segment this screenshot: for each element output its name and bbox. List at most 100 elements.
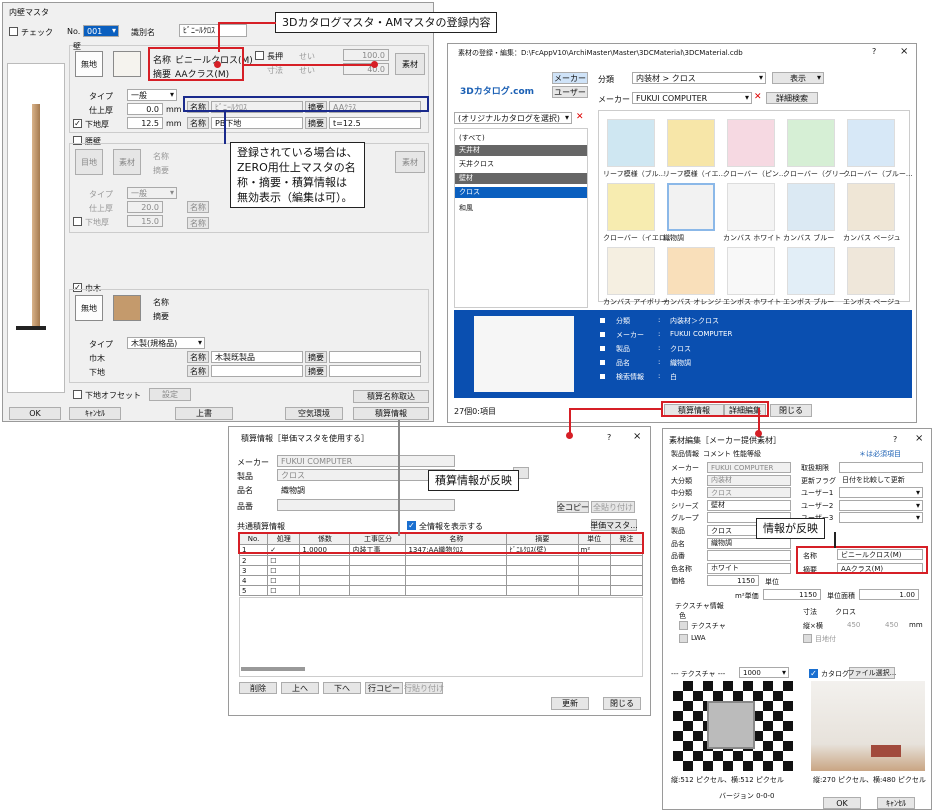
table-cell[interactable] bbox=[405, 585, 508, 596]
tree-item-ceiling[interactable]: 天井材 bbox=[455, 145, 587, 156]
material-ok-button[interactable]: OK bbox=[823, 797, 861, 809]
material-thumbnail[interactable] bbox=[607, 247, 655, 295]
texture-size-select[interactable]: 1000 bbox=[739, 667, 789, 678]
move-down-button[interactable]: 下へ bbox=[323, 682, 361, 694]
import-estimate-name-button[interactable]: 積算名称取込 bbox=[353, 390, 429, 403]
baseboard-summary-button[interactable]: 摘要 bbox=[305, 351, 327, 363]
table-cell[interactable] bbox=[506, 565, 579, 576]
table-cell[interactable] bbox=[506, 555, 579, 566]
material-thumbnail[interactable] bbox=[787, 247, 835, 295]
clear-maker-icon[interactable]: ✕ bbox=[754, 92, 762, 102]
table-row[interactable]: 3 ☐ bbox=[238, 565, 644, 576]
material-thumbnail[interactable] bbox=[787, 183, 835, 231]
tree-item-japanese[interactable]: 和風 bbox=[459, 203, 473, 213]
tree-item-cloth[interactable]: クロス bbox=[455, 187, 587, 198]
product-field-value[interactable]: クロス bbox=[707, 487, 791, 499]
est-maker-field[interactable]: FUKUI COMPUTER bbox=[277, 455, 455, 467]
table-cell[interactable] bbox=[506, 575, 579, 586]
type-select[interactable]: 一般 bbox=[127, 89, 177, 101]
tree-item-wall[interactable]: 壁材 bbox=[455, 173, 587, 184]
meta-field-value[interactable] bbox=[839, 487, 923, 499]
material-thumbnail[interactable] bbox=[847, 183, 895, 231]
table-cell[interactable] bbox=[506, 585, 579, 596]
table-cell[interactable] bbox=[405, 555, 508, 566]
summary-button-2[interactable]: 摘要 bbox=[305, 117, 327, 129]
delete-button[interactable]: 削除 bbox=[239, 682, 277, 694]
table-cell[interactable] bbox=[609, 555, 644, 566]
move-up-button[interactable]: 上へ bbox=[281, 682, 319, 694]
material-thumbnail[interactable] bbox=[787, 119, 835, 167]
cancel-button[interactable]: ｷｬﾝｾﾙ bbox=[69, 407, 121, 420]
wainscot-material-button-2[interactable]: 素材 bbox=[395, 151, 425, 173]
baseboard-plain-button[interactable]: 無地 bbox=[75, 295, 103, 321]
baseboard-base-name-button[interactable]: 名称 bbox=[187, 365, 209, 377]
help-icon[interactable]: ? bbox=[872, 47, 876, 56]
finish-thickness-input[interactable]: 0.0 bbox=[127, 103, 163, 115]
tab-product-info[interactable]: 製品情報 bbox=[671, 449, 699, 459]
baseboard-type-select[interactable]: 木製(規格品) bbox=[127, 337, 205, 349]
catalog-checkbox[interactable]: ✓ bbox=[809, 669, 818, 678]
meta-field-value[interactable] bbox=[839, 462, 923, 473]
material-thumbnail[interactable] bbox=[607, 119, 655, 167]
file-select-button[interactable]: ファイル選択... bbox=[848, 667, 896, 679]
table-cell[interactable] bbox=[577, 555, 611, 566]
est-number-field[interactable] bbox=[277, 499, 455, 511]
material-edit-close-icon[interactable]: × bbox=[915, 433, 923, 444]
detailed-search-button[interactable]: 詳細検索 bbox=[766, 92, 818, 104]
table-cell[interactable] bbox=[577, 565, 611, 576]
material-thumbnail[interactable] bbox=[667, 119, 715, 167]
table-cell[interactable]: ☐ bbox=[267, 575, 301, 586]
material-thumbnail[interactable] bbox=[727, 183, 775, 231]
summary-field-2[interactable]: t=12.5 bbox=[329, 117, 421, 129]
material-thumbnail[interactable] bbox=[667, 183, 715, 231]
close-icon[interactable]: × bbox=[900, 46, 908, 57]
baseboard-name-button[interactable]: 名称 bbox=[187, 351, 209, 363]
joint-checkbox[interactable] bbox=[803, 634, 812, 643]
baseboard-base-summary-field[interactable] bbox=[329, 365, 421, 377]
table-cell[interactable] bbox=[609, 565, 644, 576]
category-select[interactable]: 内装材 > クロス bbox=[632, 72, 766, 84]
table-cell[interactable] bbox=[405, 575, 508, 586]
paste-all-button[interactable]: 全貼り付け bbox=[591, 501, 635, 513]
base-thickness-input[interactable]: 12.5 bbox=[127, 117, 163, 129]
product-field-value[interactable] bbox=[707, 550, 791, 562]
baseboard-summary-field[interactable] bbox=[329, 351, 421, 363]
tree-item-all[interactable]: (すべて) bbox=[459, 133, 485, 143]
baseboard-base-name-field[interactable] bbox=[211, 365, 303, 377]
identifier-input[interactable]: ﾋﾞﾆｰﾙｸﾛｽ bbox=[179, 24, 247, 37]
joint-button[interactable]: 目地 bbox=[75, 149, 103, 175]
material-thumbnail[interactable] bbox=[847, 119, 895, 167]
table-cell[interactable] bbox=[405, 565, 508, 576]
original-catalog-select[interactable]: (オリジナルカタログを選択) bbox=[454, 112, 572, 124]
table-cell[interactable] bbox=[299, 565, 351, 576]
show-all-checkbox[interactable]: ✓ bbox=[407, 521, 416, 530]
wainscot-name-button-2[interactable]: 名称 bbox=[187, 217, 209, 229]
baseboard-base-summary-button[interactable]: 摘要 bbox=[305, 365, 327, 377]
wainscot-base-checkbox[interactable] bbox=[73, 217, 82, 226]
product-field-value[interactable]: 壁材 bbox=[707, 499, 791, 511]
height1-input[interactable]: 100.0 bbox=[343, 49, 389, 61]
horizontal-scrollbar[interactable] bbox=[241, 667, 305, 671]
tree-item-ceiling-cloth[interactable]: 天井クロス bbox=[459, 159, 494, 169]
table-cell[interactable]: ☐ bbox=[267, 565, 301, 576]
product-field-value[interactable]: 織物調 bbox=[707, 537, 791, 549]
base-checkbox[interactable]: ✓ bbox=[73, 119, 82, 128]
copy-row-button[interactable]: 行コピー bbox=[365, 682, 403, 694]
unit-area-field[interactable]: 1.00 bbox=[859, 589, 919, 600]
copy-all-button[interactable]: 全コピー bbox=[557, 501, 589, 513]
meta-field-value[interactable]: 日付を比較して更新 bbox=[839, 475, 923, 486]
table-cell[interactable] bbox=[609, 575, 644, 586]
unit-price-master-button[interactable]: 単価マスタ... bbox=[590, 519, 638, 531]
table-row[interactable]: 5 ☐ bbox=[238, 585, 644, 596]
material-thumbnail[interactable] bbox=[727, 119, 775, 167]
table-cell[interactable]: 4 bbox=[238, 575, 269, 586]
base-offset-checkbox[interactable] bbox=[73, 390, 82, 399]
estimate-info-button[interactable]: 積算情報 bbox=[353, 407, 429, 420]
table-row[interactable]: 4 ☐ bbox=[238, 575, 644, 586]
table-row[interactable]: 2 ☐ bbox=[238, 555, 644, 566]
material-thumbnail[interactable] bbox=[607, 183, 655, 231]
tab-comment[interactable]: コメント bbox=[703, 449, 731, 459]
estimate-close-button[interactable]: 閉じる bbox=[603, 697, 641, 710]
table-cell[interactable] bbox=[349, 585, 407, 596]
table-cell[interactable]: 5 bbox=[238, 585, 269, 596]
